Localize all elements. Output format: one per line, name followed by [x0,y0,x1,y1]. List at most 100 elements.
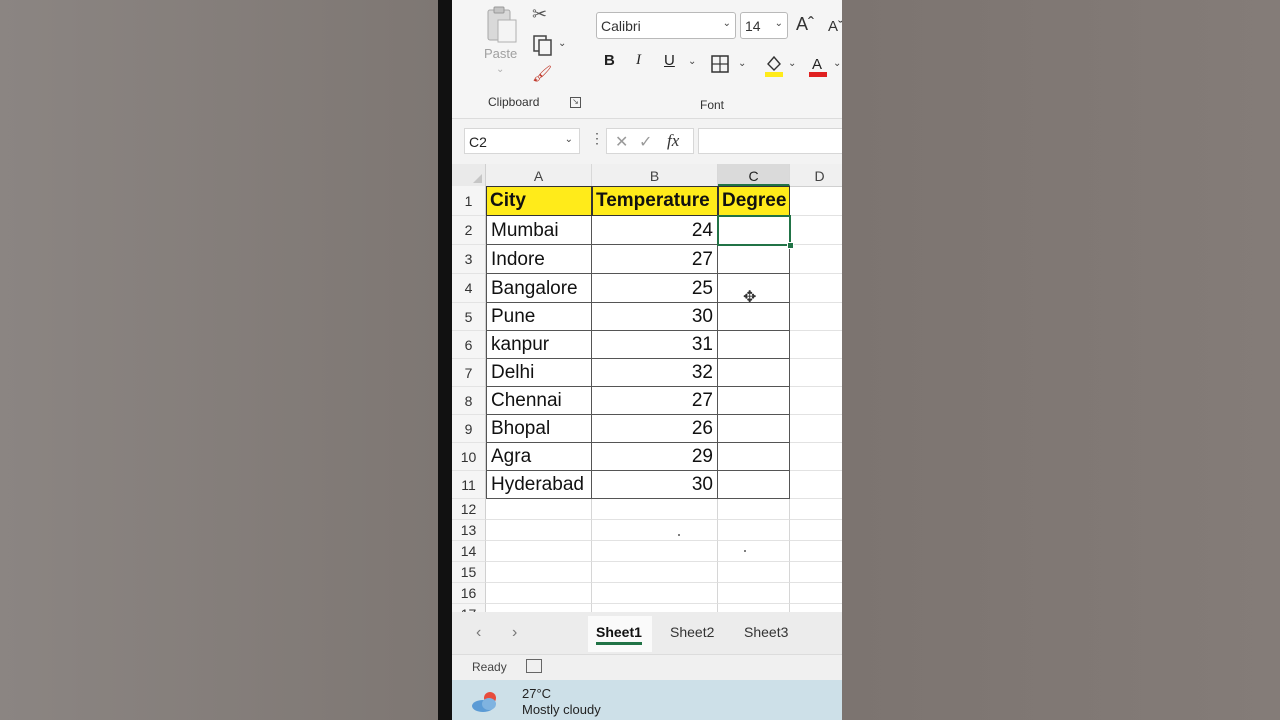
decrease-font-size-button[interactable]: Aˇ [828,18,842,35]
more-options-icon[interactable]: ⋮ [590,130,604,147]
grid-cell[interactable] [592,583,718,604]
city-cell[interactable]: Pune [486,303,592,331]
city-cell[interactable]: Bangalore [486,274,592,303]
temperature-cell[interactable]: 25 [592,274,718,303]
grid-cell[interactable] [790,443,842,471]
city-cell[interactable]: Indore [486,245,592,274]
row-header-14[interactable]: 14 [452,541,486,562]
accessibility-icon[interactable] [526,659,542,673]
grid-cell[interactable] [790,520,842,541]
temperature-cell[interactable]: 30 [592,303,718,331]
copy-dropdown-icon[interactable]: ⌄ [558,38,566,49]
table-header-cell[interactable]: Degree [718,186,790,216]
weather-icon[interactable] [470,690,500,714]
temperature-cell[interactable]: 29 [592,443,718,471]
copy-icon[interactable] [532,34,554,56]
grid-cell[interactable] [790,583,842,604]
formula-input[interactable] [698,128,842,154]
grid-cell[interactable] [790,245,842,274]
tab-sheet2[interactable]: Sheet2 [670,624,714,640]
row-header-3[interactable]: 3 [452,245,486,274]
chevron-left-icon[interactable]: ‹ [476,624,481,642]
table-header-cell[interactable]: City [486,186,592,216]
underline-button[interactable]: U [664,52,675,69]
degree-cell[interactable] [718,359,790,387]
table-header-cell[interactable]: Temperature [592,186,718,216]
city-cell[interactable]: Hyderabad [486,471,592,499]
grid-cell[interactable] [790,331,842,359]
grid-cell[interactable] [718,541,790,562]
grid-cell[interactable] [790,562,842,583]
degree-cell[interactable] [718,415,790,443]
grid-cell[interactable] [790,387,842,415]
weather-condition[interactable]: Mostly cloudy [522,702,601,717]
grid-cell[interactable] [486,499,592,520]
enter-icon[interactable]: ✓ [639,132,652,152]
row-header-13[interactable]: 13 [452,520,486,541]
borders-icon[interactable] [711,55,729,73]
row-header-16[interactable]: 16 [452,583,486,604]
grid-cell[interactable] [718,520,790,541]
grid-cell[interactable] [790,186,842,216]
grid-cell[interactable] [790,303,842,331]
row-header-5[interactable]: 5 [452,303,486,331]
grid-cell[interactable] [486,562,592,583]
active-cell-c2[interactable] [717,215,791,246]
font-size-dropdown[interactable]: 14 ⌄ [740,12,788,39]
grid-cell[interactable] [592,562,718,583]
borders-dropdown-icon[interactable]: ⌄ [738,58,746,69]
font-color-icon[interactable]: A [808,54,828,78]
underline-dropdown-icon[interactable]: ⌄ [688,56,696,67]
grid-cell[interactable] [790,359,842,387]
temperature-cell[interactable]: 32 [592,359,718,387]
grid-cell[interactable] [790,499,842,520]
degree-cell[interactable] [718,471,790,499]
paste-label[interactable]: Paste [484,46,517,61]
temperature-cell[interactable]: 27 [592,387,718,415]
increase-font-size-button[interactable]: Aˆ [796,14,814,35]
grid-cell[interactable] [718,562,790,583]
row-header-10[interactable]: 10 [452,443,486,471]
grid-cell[interactable] [486,541,592,562]
format-painter-icon[interactable]: 🖌 [532,64,552,84]
grid-cell[interactable] [790,541,842,562]
city-cell[interactable]: Bhopal [486,415,592,443]
grid-cell[interactable] [790,274,842,303]
grid-cell[interactable] [486,520,592,541]
cancel-icon[interactable]: ✕ [615,132,628,152]
row-header-7[interactable]: 7 [452,359,486,387]
grid-cell[interactable] [486,583,592,604]
paste-dropdown-icon[interactable]: ⌄ [496,64,504,75]
grid-cell[interactable] [790,415,842,443]
grid-cell[interactable] [592,520,718,541]
degree-cell[interactable] [718,443,790,471]
weather-temperature[interactable]: 27°C [522,686,551,701]
column-header-b[interactable]: B [592,164,718,186]
city-cell[interactable]: Mumbai [486,216,592,245]
row-header-2[interactable]: 2 [452,216,486,245]
grid-cell[interactable] [790,216,842,245]
row-header-9[interactable]: 9 [452,415,486,443]
temperature-cell[interactable]: 24 [592,216,718,245]
temperature-cell[interactable]: 27 [592,245,718,274]
temperature-cell[interactable]: 31 [592,331,718,359]
degree-cell[interactable] [718,303,790,331]
degree-cell[interactable] [718,331,790,359]
paste-icon[interactable] [486,6,518,44]
row-header-12[interactable]: 12 [452,499,486,520]
font-name-dropdown[interactable]: Calibri ⌄ [596,12,736,39]
clipboard-launcher-icon[interactable]: ↘ [570,97,581,108]
font-color-dropdown-icon[interactable]: ⌄ [833,58,841,69]
name-box[interactable]: C2 ⌄ [464,128,580,154]
column-header-c[interactable]: C [718,164,790,186]
row-header-8[interactable]: 8 [452,387,486,415]
select-all-button[interactable] [452,164,486,186]
city-cell[interactable]: Agra [486,443,592,471]
fill-handle[interactable] [787,242,794,249]
worksheet-grid[interactable]: ABCD1234567891011121314151617CityTempera… [452,164,842,625]
grid-cell[interactable] [790,471,842,499]
row-header-4[interactable]: 4 [452,274,486,303]
fx-icon[interactable]: fx [667,131,679,151]
degree-cell[interactable] [718,387,790,415]
cut-icon[interactable]: ✂ [532,4,547,25]
